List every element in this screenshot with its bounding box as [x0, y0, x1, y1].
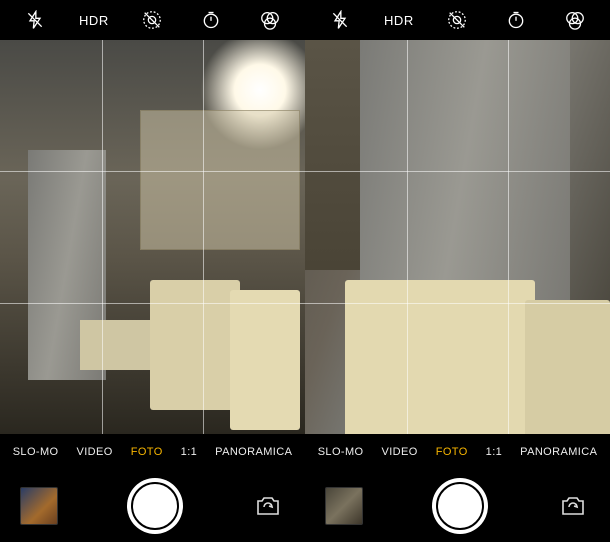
- grid-line: [0, 303, 305, 304]
- hdr-label: HDR: [384, 13, 414, 28]
- last-photo-thumbnail[interactable]: [325, 487, 363, 525]
- mode-selector[interactable]: SLO-MO VIDEO FOTO 1:1 PANORAMICA: [0, 434, 305, 470]
- mode-slomo[interactable]: SLO-MO: [318, 446, 364, 458]
- viewfinder[interactable]: [0, 40, 305, 434]
- switch-camera-button[interactable]: [251, 489, 285, 523]
- bottom-controls: [0, 470, 305, 542]
- filters-icon: [564, 9, 586, 31]
- top-controls: HDR: [0, 0, 305, 40]
- viewfinder[interactable]: [305, 40, 610, 434]
- timer-toggle[interactable]: [182, 0, 241, 40]
- mode-panoramica[interactable]: PANORAMICA: [520, 446, 597, 458]
- mode-selector[interactable]: SLO-MO VIDEO FOTO 1:1 PANORAMICA: [305, 434, 610, 470]
- live-photo-toggle[interactable]: [123, 0, 182, 40]
- switch-camera-icon: [254, 494, 282, 518]
- top-controls: HDR: [305, 0, 610, 40]
- mode-video[interactable]: VIDEO: [76, 446, 112, 458]
- shutter-button[interactable]: [432, 478, 488, 534]
- grid-line: [407, 40, 408, 434]
- bottom-controls: [305, 470, 610, 542]
- grid-line: [508, 40, 509, 434]
- mode-foto[interactable]: FOTO: [436, 446, 468, 458]
- mode-foto[interactable]: FOTO: [131, 446, 163, 458]
- timer-toggle[interactable]: [487, 0, 546, 40]
- filters-toggle[interactable]: [545, 0, 604, 40]
- mode-square[interactable]: 1:1: [181, 446, 198, 458]
- hdr-toggle[interactable]: HDR: [370, 0, 429, 40]
- grid-line: [203, 40, 204, 434]
- switch-camera-icon: [559, 494, 587, 518]
- hdr-label: HDR: [79, 13, 109, 28]
- scene-preview: [305, 40, 610, 434]
- shutter-button[interactable]: [127, 478, 183, 534]
- grid-line: [305, 303, 610, 304]
- grid-line: [305, 171, 610, 172]
- mode-video[interactable]: VIDEO: [381, 446, 417, 458]
- flash-toggle[interactable]: [6, 0, 65, 40]
- live-photo-off-icon: [446, 9, 468, 31]
- switch-camera-button[interactable]: [556, 489, 590, 523]
- mode-panoramica[interactable]: PANORAMICA: [215, 446, 292, 458]
- mode-square[interactable]: 1:1: [486, 446, 503, 458]
- grid-line: [102, 40, 103, 434]
- live-photo-off-icon: [141, 9, 163, 31]
- timer-icon: [506, 10, 526, 30]
- grid-line: [0, 171, 305, 172]
- camera-screen-right: HDR: [305, 0, 610, 542]
- mode-slomo[interactable]: SLO-MO: [13, 446, 59, 458]
- filters-icon: [259, 9, 281, 31]
- flash-toggle[interactable]: [311, 0, 370, 40]
- filters-toggle[interactable]: [240, 0, 299, 40]
- last-photo-thumbnail[interactable]: [20, 487, 58, 525]
- camera-screen-left: HDR: [0, 0, 305, 542]
- flash-auto-off-icon: [330, 10, 350, 30]
- flash-auto-off-icon: [25, 10, 45, 30]
- scene-preview: [0, 40, 305, 434]
- live-photo-toggle[interactable]: [428, 0, 487, 40]
- hdr-toggle[interactable]: HDR: [65, 0, 124, 40]
- timer-icon: [201, 10, 221, 30]
